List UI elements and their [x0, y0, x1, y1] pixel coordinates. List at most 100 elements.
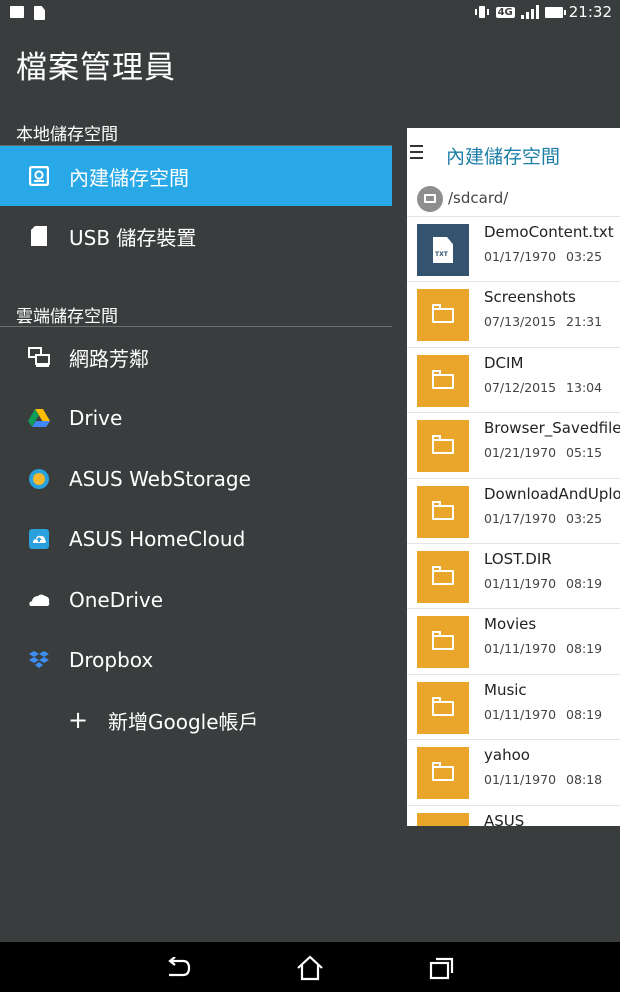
document-icon: TXT — [433, 237, 453, 263]
file-row[interactable]: Screenshots 07/13/2015 21:31 — [407, 281, 620, 346]
file-name: DCIM — [484, 353, 524, 372]
file-date: 01/17/1970 — [484, 249, 557, 264]
file-modified: 01/21/1970 05:15 — [484, 445, 602, 460]
asus-webstorage-icon — [28, 468, 50, 490]
plus-icon: + — [68, 706, 89, 734]
nav-item-asus-homecloud[interactable]: ASUS HomeCloud — [0, 509, 392, 569]
nav-item-usb-storage[interactable]: USB 儲存裝置 — [0, 206, 392, 266]
back-icon — [168, 957, 191, 977]
file-row[interactable]: Browser_Savedfiles 01/21/1970 05:15 — [407, 412, 620, 477]
section-header-cloud: 雲端儲存空間 — [16, 307, 118, 327]
asus-homecloud-icon — [28, 528, 50, 550]
nav-item-drive[interactable]: Drive — [0, 388, 392, 448]
google-drive-icon — [28, 407, 50, 429]
folder-glyph — [432, 565, 454, 585]
nav-label: ASUS WebStorage — [69, 467, 251, 491]
file-row[interactable]: yahoo 01/11/1970 08:18 — [407, 739, 620, 804]
folder-glyph — [432, 631, 454, 651]
file-row[interactable]: DCIM 07/12/2015 13:04 — [407, 346, 620, 412]
file-name: yahoo — [484, 746, 530, 765]
file-row[interactable]: DownloadAndUploa 01/17/1970 03:25 — [407, 477, 620, 543]
file-time: 08:19 — [566, 575, 603, 591]
status-bar: 4G 21:32 — [0, 0, 620, 28]
file-name: DemoContent.txt — [484, 223, 614, 241]
clock: 21:32 — [568, 3, 612, 21]
file-modified: 01/17/1970 03:25 — [484, 249, 602, 264]
current-path: /sdcard/ — [448, 189, 509, 207]
nav-item-network-neighborhood[interactable]: 網路芳鄰 — [0, 327, 392, 387]
folder-glyph — [432, 304, 454, 324]
battery-icon — [544, 6, 566, 18]
nav-label: 網路芳鄰 — [69, 346, 149, 371]
file-list: TXT DemoContent.txt 01/17/1970 03:25 Screens… — [407, 216, 620, 826]
panel-header: 內建儲存空間 — [407, 128, 620, 180]
file-name: LOST.DIR — [484, 549, 552, 568]
folder-icon — [417, 289, 469, 342]
home-button[interactable] — [295, 954, 325, 982]
file-name: DownloadAndUploa — [484, 484, 620, 503]
recent-apps-icon — [429, 957, 454, 980]
folder-icon — [417, 616, 469, 669]
menu-icon[interactable] — [410, 145, 423, 163]
file-modified: 01/11/1970 08:19 — [484, 641, 602, 656]
folder-icon — [417, 354, 469, 407]
file-time: 03:25 — [566, 510, 603, 526]
file-row[interactable]: ASUS — [407, 804, 620, 826]
file-time: 03:25 — [566, 249, 603, 264]
file-date: 01/11/1970 — [484, 575, 557, 591]
file-row[interactable]: TXT DemoContent.txt 01/17/1970 03:25 — [407, 216, 620, 281]
sd-card-icon — [28, 225, 50, 247]
nav-label: Dropbox — [69, 648, 154, 672]
file-time: 13:04 — [566, 379, 603, 395]
nav-label: USB 儲存裝置 — [69, 225, 197, 250]
file-modified: 01/11/1970 08:19 — [484, 576, 602, 591]
file-row[interactable]: Movies 01/11/1970 08:19 — [407, 608, 620, 673]
nav-item-asus-webstorage[interactable]: ASUS WebStorage — [0, 449, 392, 509]
nav-label: 新增Google帳戶 — [108, 709, 259, 734]
file-modified: 07/13/2015 21:31 — [484, 314, 602, 329]
nav-label: Drive — [69, 406, 123, 430]
file-date: 01/11/1970 — [484, 706, 557, 722]
vibrate-icon — [474, 6, 489, 18]
folder-glyph — [432, 435, 454, 455]
file-type-badge: TXT — [435, 251, 448, 258]
file-name: Screenshots — [484, 288, 576, 307]
folder-glyph — [432, 762, 454, 782]
folder-icon — [417, 747, 469, 800]
file-modified: 01/11/1970 08:18 — [484, 772, 602, 787]
file-time: 21:31 — [566, 314, 603, 330]
signal-icon — [520, 5, 539, 19]
folder-path-icon — [417, 186, 443, 212]
folder-glyph — [432, 369, 454, 389]
recent-apps-button[interactable] — [427, 954, 457, 982]
file-row[interactable]: Music 01/11/1970 08:19 — [407, 673, 620, 739]
file-date: 01/21/1970 — [484, 445, 557, 461]
file-modified: 01/11/1970 08:19 — [484, 707, 602, 722]
file-time: 05:15 — [566, 445, 603, 461]
file-name: Music — [484, 680, 527, 699]
file-list-panel: 內建儲存空間 /sdcard/ TXT DemoContent.txt 01/17/… — [407, 128, 620, 826]
file-time: 08:18 — [566, 772, 603, 788]
file-name: Browser_Savedfiles — [484, 419, 620, 438]
nav-label: 內建儲存空間 — [69, 165, 189, 190]
file-time: 08:19 — [566, 706, 603, 722]
nav-item-dropbox[interactable]: Dropbox — [0, 630, 392, 690]
file-modified: 07/12/2015 13:04 — [484, 380, 602, 395]
back-button[interactable] — [163, 954, 193, 982]
file-row[interactable]: LOST.DIR 01/11/1970 08:19 — [407, 542, 620, 608]
home-icon — [297, 955, 323, 981]
file-time: 08:19 — [566, 641, 603, 657]
network-neighborhood-icon — [28, 346, 50, 368]
folder-icon — [417, 812, 469, 826]
add-google-account-button[interactable]: + 新增Google帳戶 — [0, 690, 392, 750]
file-date: 01/11/1970 — [484, 641, 557, 657]
path-bar[interactable]: /sdcard/ — [407, 184, 620, 214]
nav-item-onedrive[interactable]: OneDrive — [0, 570, 392, 630]
network-type-badge: 4G — [495, 6, 515, 18]
system-navigation-bar — [0, 942, 620, 992]
file-modified: 01/17/1970 03:25 — [484, 511, 602, 526]
folder-icon — [417, 420, 469, 473]
nav-item-internal-storage[interactable]: 內建儲存空間 — [0, 146, 392, 206]
phone-storage-icon — [28, 165, 50, 187]
file-date: 07/12/2015 — [484, 379, 557, 395]
